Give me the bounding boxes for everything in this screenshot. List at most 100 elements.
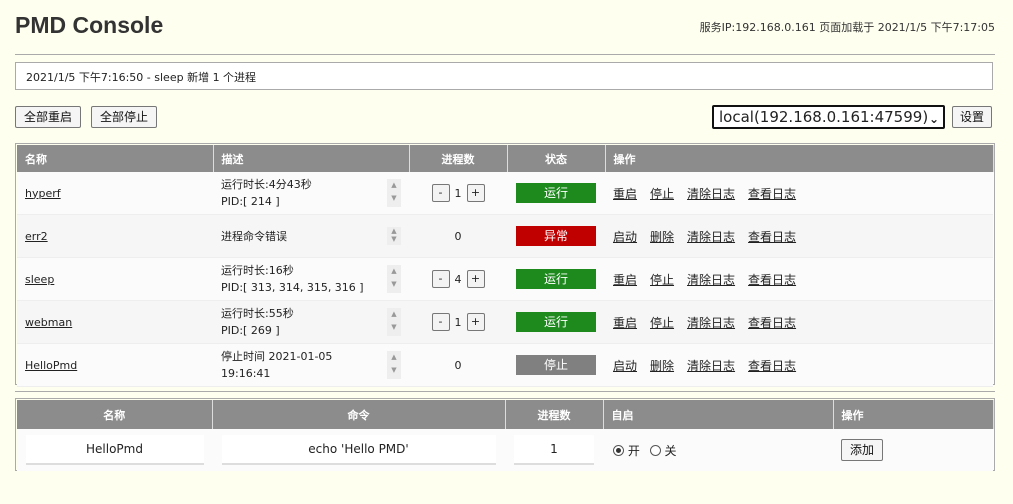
server-info: 服务IP:192.168.0.161 页面加载于 2021/1/5 下午7:17…: [699, 21, 995, 34]
process-desc: 运行时长:55秒 PID:[ 269 ]: [221, 305, 401, 339]
process-row: err2 进程命令错误 ▲ ▼ 0 异常 启动 删除 清除日志 查看日志: [17, 214, 993, 258]
add-header-name: 名称: [17, 400, 213, 429]
increment-button[interactable]: +: [466, 184, 485, 202]
decrement-button[interactable]: -: [431, 313, 450, 331]
process-desc: 运行时长:4分43秒 PID:[ 214 ]: [221, 176, 401, 210]
status-badge: 运行: [516, 312, 596, 332]
process-desc-line1: 运行时长:55秒: [221, 307, 294, 320]
desc-scrollbar[interactable]: ▲ ▼: [387, 265, 401, 293]
view-log-link[interactable]: 查看日志: [748, 316, 796, 330]
command-input[interactable]: echo 'Hello PMD': [221, 435, 496, 465]
view-log-link[interactable]: 查看日志: [748, 187, 796, 201]
process-name-link[interactable]: HelloPmd: [25, 359, 77, 372]
process-count: 0: [454, 229, 462, 243]
add-process-table: 名称 命令 进程数 自启 操作 HelloPmd echo 'Hello PMD…: [17, 400, 994, 471]
name-input[interactable]: HelloPmd: [25, 435, 204, 465]
count-stepper: -1 +: [431, 184, 485, 202]
status-badge: 运行: [516, 183, 596, 203]
view-log-link[interactable]: 查看日志: [748, 359, 796, 373]
process-name-link[interactable]: webman: [25, 316, 72, 329]
status-badge: 异常: [516, 226, 596, 246]
desc-scrollbar[interactable]: ▲ ▼: [387, 179, 401, 207]
view-log-link[interactable]: 查看日志: [748, 230, 796, 244]
process-count: 1: [454, 186, 462, 200]
autostart-on-radio[interactable]: [613, 444, 624, 456]
autostart-off-radio[interactable]: [649, 444, 661, 456]
process-row: hyperf 运行时长:4分43秒 PID:[ 214 ] ▲ ▼ -1 + 运行 重启 停止 清除…: [17, 172, 993, 215]
status-badge: 停止: [516, 355, 596, 375]
process-desc-line2: PID:[ 269 ]: [221, 324, 280, 337]
chevron-down-icon: ⌄: [928, 112, 939, 126]
header-desc: 描述: [213, 145, 410, 172]
action-link-primary[interactable]: 启动: [613, 230, 637, 244]
process-row: HelloPmd 停止时间 2021-01-05 19:16:41 ▲ ▼ 0 停止 启动 删除…: [17, 343, 993, 387]
clear-log-link[interactable]: 清除日志: [687, 316, 735, 330]
process-desc-line1: 停止时间 2021-01-05: [221, 350, 333, 363]
clear-log-link[interactable]: 清除日志: [687, 187, 735, 201]
count-stepper: -1 +: [431, 313, 485, 331]
process-name-link[interactable]: err2: [25, 230, 48, 243]
process-desc-line1: 运行时长:4分43秒: [221, 178, 312, 191]
process-name-link[interactable]: sleep: [25, 273, 54, 286]
decrement-button[interactable]: -: [431, 184, 450, 202]
count-stepper: -4 +: [431, 270, 485, 288]
action-link-secondary[interactable]: 停止: [650, 187, 674, 201]
clear-log-link[interactable]: 清除日志: [687, 273, 735, 287]
increment-button[interactable]: +: [466, 313, 485, 331]
server-select[interactable]: local(192.168.0.161:47599) ⌄: [712, 105, 945, 129]
process-desc-line1: 进程命令错误: [221, 229, 287, 243]
header-status: 状态: [507, 145, 606, 172]
stop-all-button[interactable]: 全部停止: [91, 106, 158, 128]
add-button[interactable]: 添加: [841, 439, 884, 461]
process-desc: 进程命令错误: [221, 228, 401, 245]
add-header-actions: 操作: [833, 400, 994, 429]
process-table-container: 名称 描述 进程数 状态 操作 hyperf 运行时长:4分43秒 PID:[ 21…: [15, 143, 995, 387]
desc-scrollbar[interactable]: ▲ ▼: [387, 351, 401, 379]
increment-button[interactable]: +: [466, 270, 485, 288]
process-count: 1: [454, 315, 462, 329]
process-table: 名称 描述 进程数 状态 操作 hyperf 运行时长:4分43秒 PID:[ 21…: [17, 145, 994, 387]
add-header-command: 命令: [212, 400, 506, 429]
action-link-primary[interactable]: 重启: [613, 273, 637, 287]
process-desc-line2: PID:[ 214 ]: [221, 195, 280, 208]
process-desc: 停止时间 2021-01-05 19:16:41: [221, 348, 401, 382]
message-box: 2021/1/5 下午7:16:50 - sleep 新增 1 个进程: [15, 62, 993, 90]
header-count: 进程数: [409, 145, 508, 172]
process-count: 0: [454, 358, 462, 372]
add-process-row: HelloPmd echo 'Hello PMD' 1 开 关 添加: [17, 429, 993, 471]
divider: [15, 54, 995, 55]
action-link-primary[interactable]: 重启: [613, 316, 637, 330]
status-badge: 运行: [516, 269, 596, 289]
header-actions: 操作: [605, 145, 994, 172]
action-link-secondary[interactable]: 删除: [650, 230, 674, 244]
settings-button[interactable]: 设置: [952, 106, 993, 128]
add-header-autostart: 自启: [603, 400, 834, 429]
count-input[interactable]: 1: [514, 435, 594, 465]
desc-scrollbar[interactable]: ▲ ▼: [387, 308, 401, 336]
desc-scrollbar[interactable]: ▲ ▼: [387, 227, 401, 245]
action-link-secondary[interactable]: 删除: [650, 359, 674, 373]
process-row: webman 运行时长:55秒 PID:[ 269 ] ▲ ▼ -1 + 运行 重启 停止 清除日志…: [17, 300, 993, 344]
clear-log-link[interactable]: 清除日志: [687, 359, 735, 373]
restart-all-button[interactable]: 全部重启: [15, 106, 82, 128]
action-link-primary[interactable]: 重启: [613, 187, 637, 201]
decrement-button[interactable]: -: [431, 270, 450, 288]
action-link-primary[interactable]: 启动: [613, 359, 637, 373]
clear-log-link[interactable]: 清除日志: [687, 230, 735, 244]
process-desc-line2: PID:[ 313, 314, 315, 316 ]: [221, 281, 364, 294]
action-link-secondary[interactable]: 停止: [650, 316, 674, 330]
page-title: PMD Console: [15, 12, 164, 38]
action-link-secondary[interactable]: 停止: [650, 273, 674, 287]
process-desc-line1: 运行时长:16秒: [221, 264, 294, 277]
server-select-value: local(192.168.0.161:47599): [719, 108, 929, 126]
autostart-off-label: 关: [664, 443, 677, 458]
autostart-on-label: 开: [627, 443, 640, 458]
process-count: 4: [454, 272, 462, 286]
add-process-container: 名称 命令 进程数 自启 操作 HelloPmd echo 'Hello PMD…: [15, 398, 995, 471]
add-header-count: 进程数: [505, 400, 604, 429]
view-log-link[interactable]: 查看日志: [748, 273, 796, 287]
process-row: sleep 运行时长:16秒 PID:[ 313, 314, 315, 316 ] ▲…: [17, 257, 993, 301]
process-desc-line2: 19:16:41: [221, 367, 271, 380]
process-name-link[interactable]: hyperf: [25, 187, 61, 200]
header-name: 名称: [17, 145, 214, 172]
